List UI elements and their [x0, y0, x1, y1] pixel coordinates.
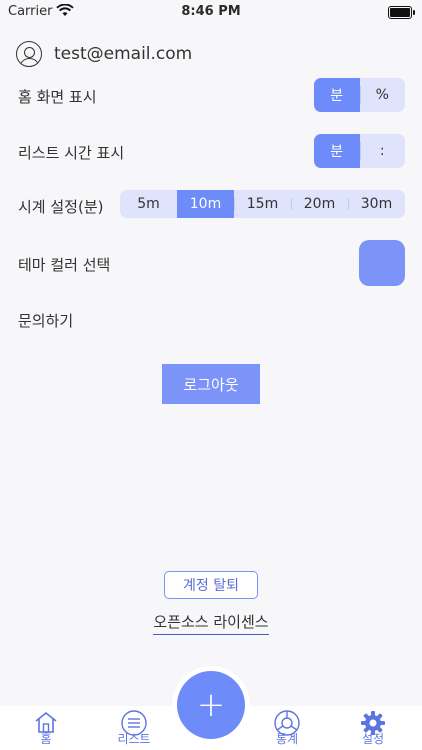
clock-option-20m[interactable]: 20m	[291, 190, 348, 218]
contact-link[interactable]: 문의하기	[18, 310, 73, 331]
clock: 8:46 PM	[181, 4, 241, 19]
list-time-option-colon[interactable]: :	[359, 134, 406, 168]
clock-option-30m[interactable]: 30m	[348, 190, 405, 218]
home-display-option-percent[interactable]: %	[359, 78, 406, 112]
open-source-license-link[interactable]: 오픈소스 라이센스	[153, 613, 269, 635]
open-source-license-link-wrap: 오픈소스 라이센스	[0, 611, 422, 635]
home-display-option-minutes[interactable]: 분	[314, 78, 360, 112]
tab-home[interactable]: 홈	[16, 706, 76, 750]
delete-account-button[interactable]: 계정 탈퇴	[164, 571, 258, 599]
user-avatar-icon	[16, 41, 42, 67]
account-row: test@email.com	[16, 40, 192, 68]
list-time-display-segment: 분 :	[314, 134, 405, 168]
theme-color-label: 테마 컬러 선택	[18, 256, 111, 274]
clock-setting-segment: 5m 10m 15m 20m 30m	[120, 190, 405, 218]
clock-setting-label: 시계 설정(분)	[18, 198, 104, 216]
list-time-option-minutes[interactable]: 분	[314, 134, 360, 168]
add-button[interactable]: +	[177, 671, 245, 739]
clock-option-10m[interactable]: 10m	[177, 190, 234, 218]
status-bar: Carrier 8:46 PM	[0, 0, 422, 24]
tab-stats[interactable]: 통계	[257, 706, 317, 750]
tab-stats-label: 통계	[275, 732, 299, 746]
clock-option-5m[interactable]: 5m	[120, 190, 177, 218]
logout-button[interactable]: 로그아웃	[162, 364, 260, 404]
tab-home-label: 홈	[40, 732, 52, 746]
home-display-label: 홈 화면 표시	[18, 88, 97, 106]
tab-list-label: 리스트	[117, 732, 151, 746]
home-display-segment: 분 %	[314, 78, 405, 112]
battery-icon	[388, 6, 415, 19]
account-email: test@email.com	[54, 44, 193, 64]
theme-color-swatch-button[interactable]	[359, 240, 405, 286]
tab-settings-label: 설정	[361, 732, 385, 746]
clock-option-15m[interactable]: 15m	[234, 190, 291, 218]
tab-list[interactable]: 리스트	[104, 706, 164, 750]
list-time-display-label: 리스트 시간 표시	[18, 144, 125, 162]
tab-settings[interactable]: 설정	[343, 706, 403, 750]
